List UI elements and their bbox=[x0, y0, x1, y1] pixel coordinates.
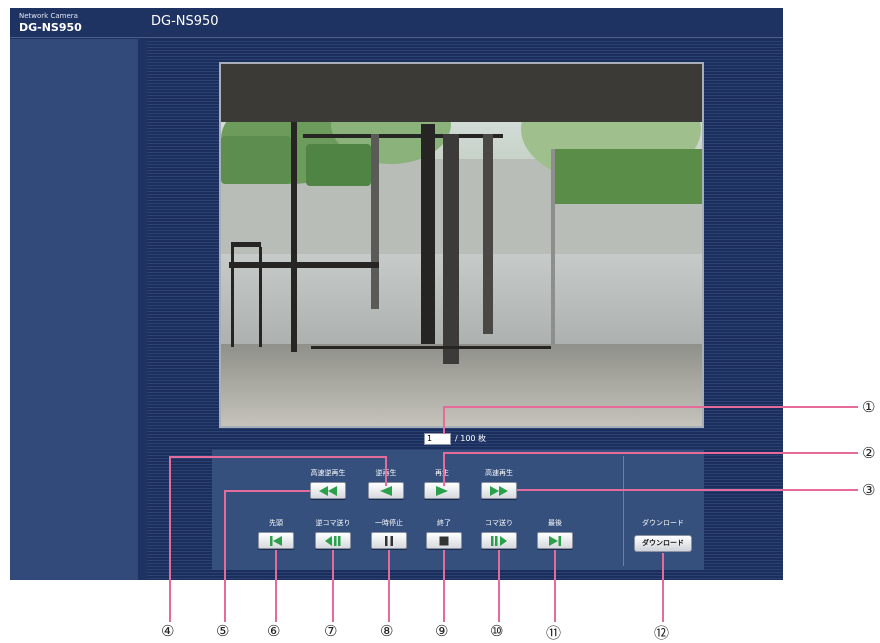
fast-reverse-button[interactable] bbox=[310, 482, 346, 499]
callout-line-11 bbox=[554, 550, 556, 622]
image-chair bbox=[259, 247, 262, 347]
page-title: DG-NS950 bbox=[151, 14, 219, 29]
callout-line-4 bbox=[169, 456, 386, 458]
frame-forward-icon bbox=[491, 535, 507, 546]
stop-label: 終了 bbox=[437, 519, 451, 527]
left-triangle-icon bbox=[380, 485, 392, 496]
callout-4: ④ bbox=[161, 622, 175, 640]
image-hedge bbox=[551, 149, 702, 204]
panel-divider bbox=[623, 456, 624, 566]
callout-line-2 bbox=[443, 452, 858, 454]
callout-10: ⑩ bbox=[490, 622, 504, 640]
frame-back-label: 逆コマ送り bbox=[315, 519, 351, 527]
callout-line-6 bbox=[275, 550, 277, 622]
callout-line-7 bbox=[332, 550, 334, 622]
image-door-frame bbox=[291, 122, 297, 352]
image-door-frame bbox=[303, 134, 503, 138]
download-button[interactable]: ダウンロード bbox=[634, 535, 692, 552]
callout-6: ⑥ bbox=[267, 622, 281, 640]
callout-line-5 bbox=[224, 490, 310, 492]
image-door-frame bbox=[483, 134, 493, 334]
image-door-frame bbox=[421, 124, 435, 344]
image-door-frame bbox=[311, 346, 551, 349]
first-button[interactable] bbox=[258, 532, 294, 549]
pause-button[interactable] bbox=[371, 532, 407, 549]
camera-image bbox=[219, 62, 704, 428]
callout-1: ① bbox=[862, 398, 876, 416]
frame-number-input[interactable]: 1 bbox=[424, 433, 451, 445]
double-right-triangle-icon bbox=[490, 485, 508, 496]
skip-first-icon bbox=[270, 535, 282, 546]
header-bar: Network Camera DG-NS950 DG-NS950 bbox=[10, 8, 783, 38]
image-hedge bbox=[221, 136, 291, 184]
pause-icon bbox=[385, 535, 393, 546]
sidebar bbox=[10, 39, 138, 580]
play-button[interactable] bbox=[424, 482, 460, 499]
callout-5: ⑤ bbox=[216, 622, 230, 640]
stop-icon bbox=[439, 536, 449, 545]
last-label: 最後 bbox=[548, 519, 562, 527]
callout-line-2 bbox=[443, 452, 445, 486]
callout-11: ⑪ bbox=[546, 624, 562, 642]
callout-line-1 bbox=[443, 406, 858, 408]
callout-8: ⑧ bbox=[380, 622, 394, 640]
image-hedge bbox=[306, 144, 371, 186]
fast-reverse-label: 高速逆再生 bbox=[310, 469, 346, 477]
image-chair bbox=[231, 242, 261, 247]
skip-last-icon bbox=[549, 535, 561, 546]
frame-forward-button[interactable] bbox=[481, 532, 517, 549]
image-floor bbox=[221, 344, 702, 426]
callout-line-9 bbox=[443, 550, 445, 622]
fast-play-button[interactable] bbox=[481, 482, 517, 499]
callout-2: ② bbox=[862, 444, 876, 462]
image-door-frame bbox=[371, 134, 379, 309]
download-label: ダウンロード bbox=[642, 519, 684, 527]
callout-line-8 bbox=[388, 550, 390, 622]
callout-line-5 bbox=[224, 490, 226, 622]
image-ceiling bbox=[221, 64, 702, 122]
callout-3: ③ bbox=[862, 481, 876, 499]
first-label: 先頭 bbox=[269, 519, 283, 527]
image-chair bbox=[231, 247, 234, 347]
playback-control-panel bbox=[212, 450, 704, 570]
image-door-frame bbox=[551, 149, 555, 344]
callout-9: ⑨ bbox=[435, 622, 449, 640]
double-left-triangle-icon bbox=[319, 485, 337, 496]
image-rail bbox=[229, 262, 379, 268]
callout-12: ⑫ bbox=[654, 624, 670, 642]
frame-back-icon bbox=[325, 535, 341, 546]
callout-line-4 bbox=[169, 456, 171, 622]
right-triangle-icon bbox=[436, 485, 448, 496]
brand-model: DG-NS950 bbox=[19, 21, 82, 34]
callout-line-1 bbox=[443, 406, 445, 434]
frame-forward-label: コマ送り bbox=[485, 519, 513, 527]
callout-line-12 bbox=[662, 553, 664, 622]
pause-label: 一時停止 bbox=[375, 519, 403, 527]
brand-label: Network Camera bbox=[19, 12, 78, 20]
frame-total-label: / 100 枚 bbox=[455, 434, 487, 443]
last-button[interactable] bbox=[537, 532, 573, 549]
callout-line-10 bbox=[498, 550, 500, 622]
frame-back-button[interactable] bbox=[315, 532, 351, 549]
callout-7: ⑦ bbox=[324, 622, 338, 640]
callout-line-4 bbox=[385, 456, 387, 486]
callout-line-3 bbox=[517, 489, 858, 491]
stop-button[interactable] bbox=[426, 532, 462, 549]
image-door-frame bbox=[443, 134, 459, 364]
play-label: 再生 bbox=[435, 469, 449, 477]
fast-play-label: 高速再生 bbox=[485, 469, 513, 477]
